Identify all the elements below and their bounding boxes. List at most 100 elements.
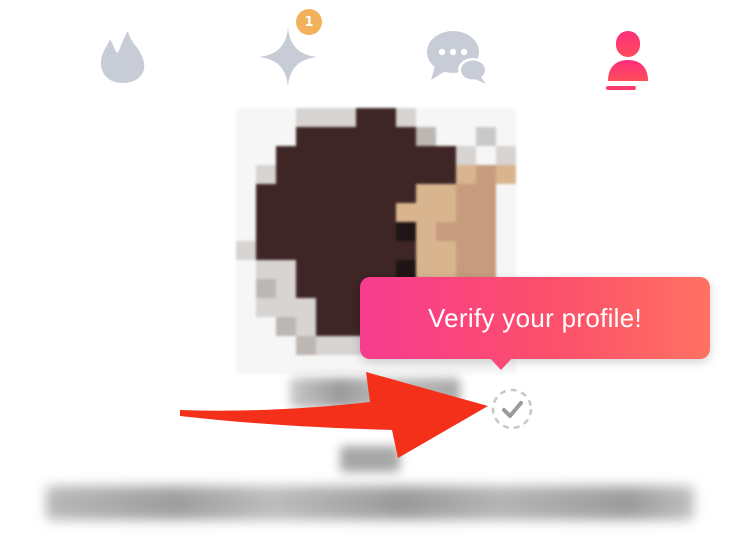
photo-pixel xyxy=(416,108,436,127)
photo-pixel xyxy=(356,146,376,165)
photo-pixel xyxy=(476,222,496,241)
photo-pixel xyxy=(276,355,296,374)
photo-pixel xyxy=(336,222,356,241)
photo-pixel xyxy=(256,222,276,241)
photo-pixel xyxy=(336,108,356,127)
notification-badge: 1 xyxy=(296,9,322,35)
profile-icon xyxy=(607,29,649,85)
photo-pixel xyxy=(496,146,516,165)
photo-pixel xyxy=(436,165,456,184)
photo-pixel xyxy=(296,317,316,336)
photo-pixel xyxy=(476,146,496,165)
photo-pixel xyxy=(416,184,436,203)
photo-pixel xyxy=(276,241,296,260)
photo-pixel xyxy=(316,203,336,222)
photo-pixel xyxy=(476,184,496,203)
photo-pixel xyxy=(376,127,396,146)
photo-pixel xyxy=(336,241,356,260)
photo-pixel xyxy=(236,222,256,241)
photo-pixel xyxy=(396,108,416,127)
nav-tab-swipe[interactable] xyxy=(88,22,158,92)
photo-pixel xyxy=(276,298,296,317)
photo-pixel xyxy=(236,184,256,203)
photo-pixel xyxy=(296,222,316,241)
photo-pixel xyxy=(416,127,436,146)
photo-pixel xyxy=(236,355,256,374)
photo-pixel xyxy=(336,146,356,165)
blurred-name xyxy=(290,378,460,408)
photo-pixel xyxy=(336,317,356,336)
photo-pixel xyxy=(256,184,276,203)
photo-pixel xyxy=(236,317,256,336)
photo-pixel xyxy=(376,146,396,165)
photo-pixel xyxy=(376,222,396,241)
checkmark-icon xyxy=(490,388,534,435)
photo-pixel xyxy=(276,336,296,355)
photo-pixel xyxy=(316,279,336,298)
active-tab-indicator xyxy=(606,86,636,90)
blurred-profile-info xyxy=(46,486,694,520)
photo-pixel xyxy=(396,165,416,184)
verify-profile-button[interactable] xyxy=(490,387,534,431)
photo-pixel xyxy=(276,317,296,336)
photo-pixel xyxy=(356,108,376,127)
photo-pixel xyxy=(296,336,316,355)
photo-pixel xyxy=(236,336,256,355)
photo-pixel xyxy=(396,203,416,222)
photo-pixel xyxy=(416,165,436,184)
nav-tab-explore[interactable]: 1 xyxy=(253,9,323,92)
photo-pixel xyxy=(496,222,516,241)
photo-pixel xyxy=(456,127,476,146)
photo-pixel xyxy=(296,108,316,127)
photo-pixel xyxy=(336,355,356,374)
photo-pixel xyxy=(296,184,316,203)
photo-pixel xyxy=(396,127,416,146)
photo-pixel xyxy=(356,203,376,222)
photo-pixel xyxy=(316,336,336,355)
photo-pixel xyxy=(456,184,476,203)
photo-pixel xyxy=(276,279,296,298)
photo-pixel xyxy=(416,222,436,241)
photo-pixel xyxy=(496,108,516,127)
photo-pixel xyxy=(396,222,416,241)
photo-pixel xyxy=(336,165,356,184)
photo-pixel xyxy=(376,203,396,222)
photo-pixel xyxy=(256,127,276,146)
photo-pixel xyxy=(376,184,396,203)
photo-pixel xyxy=(476,108,496,127)
photo-pixel xyxy=(456,222,476,241)
photo-pixel xyxy=(336,260,356,279)
nav-tab-profile[interactable] xyxy=(593,22,663,92)
photo-pixel xyxy=(316,108,336,127)
photo-pixel xyxy=(356,127,376,146)
photo-pixel xyxy=(276,108,296,127)
photo-pixel xyxy=(236,203,256,222)
photo-pixel xyxy=(256,317,276,336)
photo-pixel xyxy=(476,165,496,184)
photo-pixel xyxy=(476,241,496,260)
profile-screen: 1 Verify your profile! xyxy=(0,0,750,548)
photo-pixel xyxy=(376,241,396,260)
sparkle-icon xyxy=(257,26,319,88)
photo-pixel xyxy=(336,203,356,222)
photo-pixel xyxy=(316,355,336,374)
photo-pixel xyxy=(356,222,376,241)
photo-pixel xyxy=(456,203,476,222)
photo-pixel xyxy=(356,165,376,184)
top-navigation: 1 xyxy=(0,0,750,100)
photo-pixel xyxy=(316,184,336,203)
photo-pixel xyxy=(336,127,356,146)
photo-pixel xyxy=(436,241,456,260)
photo-pixel xyxy=(496,165,516,184)
photo-pixel xyxy=(316,317,336,336)
photo-pixel xyxy=(436,184,456,203)
photo-pixel xyxy=(316,165,336,184)
nav-tab-messages[interactable] xyxy=(423,22,493,92)
photo-pixel xyxy=(256,108,276,127)
photo-pixel xyxy=(236,127,256,146)
photo-pixel xyxy=(316,146,336,165)
verify-tooltip[interactable]: Verify your profile! xyxy=(360,277,710,359)
photo-pixel xyxy=(276,165,296,184)
photo-pixel xyxy=(436,127,456,146)
photo-pixel xyxy=(316,222,336,241)
